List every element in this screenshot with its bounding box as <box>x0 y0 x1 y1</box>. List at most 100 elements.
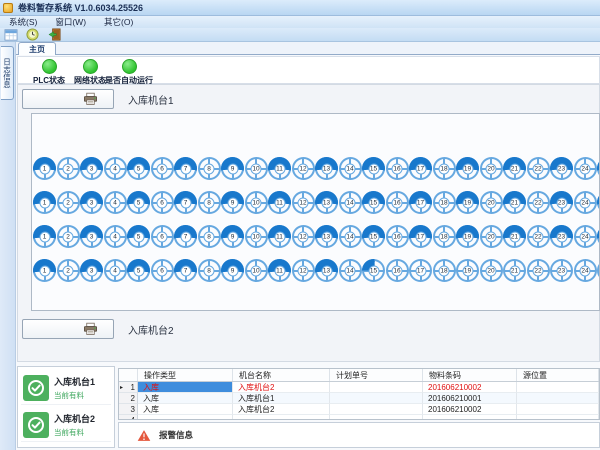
table-row[interactable]: 4 <box>119 415 599 420</box>
table-cell[interactable] <box>330 393 423 404</box>
reel-slot: 11 <box>268 225 291 248</box>
reel-slot: 4 <box>104 259 127 282</box>
reel-slot: 9 <box>221 157 244 180</box>
table-row[interactable]: 3入库入库机台2201606210002 <box>119 404 599 415</box>
warning-icon <box>137 429 151 442</box>
table-cell[interactable]: 入库 <box>138 393 233 404</box>
table-cell[interactable] <box>423 415 517 420</box>
clock-icon[interactable] <box>25 28 40 41</box>
status-dot <box>122 59 137 74</box>
reel-slot: 4 <box>104 191 127 214</box>
reel-slot: 2 <box>57 191 80 214</box>
dock-strip: 日志信息 <box>0 42 16 450</box>
print-button-station1[interactable] <box>22 89 114 109</box>
reel-slot: 1 <box>33 191 56 214</box>
table-cell[interactable]: 201606210001 <box>423 393 517 404</box>
menu-item[interactable]: 窗口(W) <box>46 16 95 28</box>
table-cell[interactable] <box>517 404 599 415</box>
reel-slot: 16 <box>386 191 409 214</box>
reel-slot: 10 <box>245 259 268 282</box>
reel-slot: 3 <box>80 157 103 180</box>
table-cell[interactable]: 201606210002 <box>423 404 517 415</box>
table-cell[interactable] <box>138 415 233 420</box>
table-cell[interactable] <box>517 393 599 404</box>
machine-card[interactable]: 入库机台2当前有料 <box>21 409 111 442</box>
menubar: 系统(S)窗口(W)其它(O) <box>0 16 600 28</box>
reel-slot: 14 <box>339 225 362 248</box>
table-row[interactable]: ▸1入库入库机台2 201606210002 <box>119 382 599 393</box>
reel-slot: 8 <box>198 191 221 214</box>
reel-slot: 1 <box>33 225 56 248</box>
reel-slot: 5 <box>127 225 150 248</box>
table-cell[interactable]: 入库机台2 <box>233 404 330 415</box>
machine-card-title: 入库机台1 <box>54 375 95 388</box>
table-cell[interactable] <box>517 415 599 420</box>
reel-slot: 17 <box>409 191 432 214</box>
tab-home[interactable]: 主页 <box>18 42 56 55</box>
reel-slot: 22 <box>527 225 550 248</box>
current-row-marker: ▸ <box>120 384 123 391</box>
reel-slot: 24 <box>574 191 597 214</box>
table-cell[interactable]: 入库机台2 <box>233 382 330 393</box>
reel-slot: 9 <box>221 225 244 248</box>
reel-slot: 19 <box>456 191 479 214</box>
reel-slot: 3 <box>80 225 103 248</box>
check-circle-icon <box>23 375 49 401</box>
table-row[interactable]: 2入库入库机台1 201606210001 <box>119 393 599 404</box>
status-dot <box>42 59 57 74</box>
table-cell[interactable] <box>233 415 330 420</box>
reel-slot: 13 <box>315 157 338 180</box>
reel-slot: 6 <box>151 191 174 214</box>
reel-slot: 11 <box>268 191 291 214</box>
print-button-station2[interactable] <box>22 319 114 339</box>
reel-slot: 22 <box>527 191 550 214</box>
row-header: ▸1 <box>119 382 138 393</box>
table-cell[interactable] <box>517 382 599 393</box>
reel-slot: 18 <box>433 191 456 214</box>
reel-slot: 16 <box>386 157 409 180</box>
table-column-header[interactable]: 计划单号 <box>330 369 423 381</box>
table-cell[interactable] <box>330 415 423 420</box>
station-group: 入库机台1 1234567891011121314151617181920212… <box>17 84 600 362</box>
printer-icon <box>83 92 98 106</box>
calendar-icon[interactable] <box>3 28 18 41</box>
dock-tab-log[interactable]: 日志信息 <box>1 46 14 100</box>
check-circle-icon <box>23 412 49 438</box>
table-cell[interactable]: 入库 <box>138 404 233 415</box>
queue-table[interactable]: 操作类型机台名称计划单号物料条码源位置 ▸1入库入库机台2 201606210002… <box>118 368 600 420</box>
table-cell[interactable] <box>330 404 423 415</box>
reel-panel-station1: 1234567891011121314151617181920212223242… <box>31 113 600 311</box>
reel-slot: 2 <box>57 157 80 180</box>
reel-slot: 8 <box>198 259 221 282</box>
table-column-header[interactable]: 操作类型 <box>138 369 233 381</box>
reel-slot: 15 <box>362 191 385 214</box>
reel-slot: 5 <box>127 157 150 180</box>
reel-slot: 19 <box>456 157 479 180</box>
reel-slot: 7 <box>174 225 197 248</box>
table-column-header[interactable]: 机台名称 <box>233 369 330 381</box>
table-cell[interactable]: 入库机台1 <box>233 393 330 404</box>
row-header: 2 <box>119 393 138 404</box>
reel-slot: 21 <box>503 157 526 180</box>
reel-slot: 16 <box>386 225 409 248</box>
reel-slot: 3 <box>80 259 103 282</box>
alarm-label: 报警信息 <box>159 429 193 441</box>
reel-slot: 24 <box>574 259 597 282</box>
reel-slot: 21 <box>503 191 526 214</box>
table-column-header[interactable]: 源位置 <box>517 369 599 381</box>
app-icon <box>3 3 13 13</box>
alarm-bar: 报警信息 <box>118 422 600 448</box>
table-column-header[interactable]: 物料条码 <box>423 369 517 381</box>
menu-item[interactable]: 系统(S) <box>0 16 46 28</box>
table-cell[interactable]: 201606210002 <box>423 382 517 393</box>
machine-card-title: 入库机台2 <box>54 412 95 425</box>
exit-door-icon[interactable] <box>47 28 62 41</box>
reel-slot: 23 <box>550 259 573 282</box>
menu-item[interactable]: 其它(O) <box>95 16 142 28</box>
table-cell[interactable]: 入库 <box>138 382 233 393</box>
reel-slot: 6 <box>151 259 174 282</box>
table-cell[interactable] <box>330 382 423 393</box>
reel-slot: 12 <box>292 157 315 180</box>
machine-card[interactable]: 入库机台1当前有料 <box>21 372 111 405</box>
reel-slot: 15 <box>362 157 385 180</box>
